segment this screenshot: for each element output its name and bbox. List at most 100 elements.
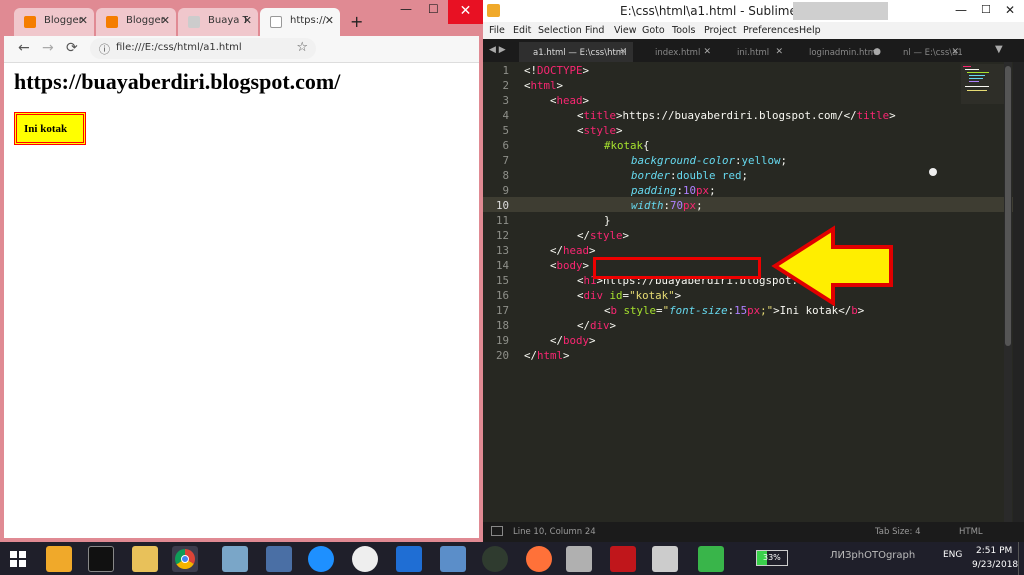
start-windows-icon[interactable] (10, 551, 26, 567)
tab-size[interactable]: Tab Size: 4 (875, 527, 921, 537)
code-line: background-color:yellow; (631, 154, 788, 167)
line-number: 12 (495, 229, 509, 242)
chrome-tab-blogger-1[interactable]: Blogger ✕ (14, 8, 94, 36)
minimap[interactable] (961, 64, 1005, 104)
close-window-button[interactable]: ✕ (1005, 3, 1015, 17)
editor-tab-index[interactable]: index.html ✕ (641, 42, 717, 62)
chrome-tab-buaya[interactable]: Buaya T ✕ (178, 8, 258, 36)
clock-time[interactable]: 2:51 PM (976, 546, 1012, 556)
forward-arrow-icon[interactable]: → (42, 40, 54, 56)
line-number: 7 (502, 154, 509, 167)
menu-preferences[interactable]: Preferences (743, 25, 799, 36)
firefox-icon[interactable] (526, 546, 552, 572)
show-desktop-button[interactable] (1018, 542, 1024, 575)
close-tab-icon[interactable]: ✕ (951, 47, 959, 57)
code-line: padding:10px; (631, 184, 716, 197)
shield-icon[interactable] (396, 546, 422, 572)
tab-dropdown-icon[interactable]: ▼ (995, 44, 1003, 55)
minimize-button[interactable]: — (400, 2, 412, 16)
code-line: #kotak{ (604, 139, 650, 152)
app-taskbar-icon[interactable] (440, 546, 466, 572)
line-number: 18 (495, 319, 509, 332)
blogger-icon (106, 16, 118, 28)
menu-selection[interactable]: Selection (538, 25, 582, 36)
close-tab-icon[interactable]: ✕ (325, 14, 334, 27)
line-number: 17 (495, 304, 509, 317)
close-tab-icon[interactable]: ✕ (619, 47, 627, 57)
new-tab-button[interactable]: + (350, 12, 363, 31)
scrollbar-thumb[interactable] (1005, 66, 1011, 346)
app-taskbar-icon[interactable] (222, 546, 248, 572)
language-indicator[interactable]: ENG (943, 550, 962, 560)
vertical-scrollbar[interactable] (1004, 62, 1012, 522)
file-explorer-icon[interactable] (132, 546, 158, 572)
nox-icon[interactable] (482, 546, 508, 572)
battery-icon[interactable]: 33% (756, 550, 788, 566)
app-taskbar-icon[interactable] (698, 546, 724, 572)
panel-toggle-icon[interactable] (491, 526, 503, 536)
code-line: </head> (550, 244, 596, 257)
paint-icon[interactable] (566, 546, 592, 572)
chrome-taskbar-icon[interactable] (172, 546, 198, 572)
maximize-button[interactable]: ☐ (428, 2, 439, 16)
back-arrow-icon[interactable]: ← (18, 40, 30, 56)
editor-tab-a1[interactable]: a1.html — E:\css\html ✕ (519, 42, 633, 62)
chrome-window: Blogger ✕ Blogger ✕ Buaya T ✕ https:// ✕… (0, 0, 483, 542)
close-tab-icon[interactable]: ✕ (703, 47, 711, 57)
close-tab-icon[interactable]: ✕ (243, 14, 252, 27)
sublime-taskbar-icon[interactable] (46, 546, 72, 572)
info-icon[interactable]: ⓘ (99, 41, 110, 57)
unsaved-dot-icon[interactable]: ● (873, 47, 881, 57)
code-line: </div> (577, 319, 617, 332)
code-line: <style> (577, 124, 623, 137)
menu-goto[interactable]: Goto (642, 25, 665, 36)
close-tab-icon[interactable]: ✕ (775, 47, 783, 57)
code-line: border:double red; (631, 169, 749, 182)
annotation-arrow-icon (771, 225, 893, 307)
editor-tab-ini[interactable]: ini.html ✕ (723, 42, 789, 62)
syntax-mode[interactable]: HTML (959, 527, 983, 537)
line-number: 3 (502, 94, 509, 107)
url-text: file:///E:/css/html/a1.html (116, 42, 242, 53)
menu-file[interactable]: File (489, 25, 505, 36)
page-icon (188, 16, 200, 28)
close-tab-icon[interactable]: ✕ (79, 14, 88, 27)
close-tab-icon[interactable]: ✕ (161, 14, 170, 27)
minimize-button[interactable]: — (955, 3, 967, 17)
editor-tab-loginadmin[interactable]: loginadmin.html ● (795, 42, 887, 62)
clock-date[interactable]: 9/23/2018 (972, 560, 1018, 570)
tab-nav-arrows-icon[interactable]: ◀ ▶ (489, 45, 506, 55)
internet-explorer-icon[interactable] (308, 546, 334, 572)
chrome-tab-blogger-2[interactable]: Blogger ✕ (96, 8, 176, 36)
close-window-button[interactable]: ✕ (448, 0, 483, 24)
menu-project[interactable]: Project (704, 25, 737, 36)
menu-find[interactable]: Find (585, 25, 604, 36)
editor-tab-nl[interactable]: nl — E:\css\a1 ✕ (889, 42, 965, 62)
maximize-button[interactable]: ☐ (981, 3, 991, 16)
computer-taskbar-icon[interactable] (266, 546, 292, 572)
line-number: 20 (495, 349, 509, 362)
line-number: 1 (502, 64, 509, 77)
menu-tools[interactable]: Tools (672, 25, 695, 36)
menu-edit[interactable]: Edit (513, 25, 531, 36)
sublime-app-icon (487, 4, 500, 17)
reload-icon[interactable]: ⟳ (66, 40, 78, 56)
line-number: 16 (495, 289, 509, 302)
code-line: width:70px; (631, 199, 703, 212)
code-line: </html> (524, 349, 570, 362)
app-circle-icon[interactable] (352, 546, 378, 572)
code-editor[interactable]: 1 2 3 4 5 6 7 8 9 10 11 12 13 14 15 16 1… (483, 62, 1013, 522)
code-line: </body> (550, 334, 596, 347)
terminal-taskbar-icon[interactable] (88, 546, 114, 572)
address-bar[interactable]: ⓘ file:///E:/css/html/a1.html ☆ (90, 38, 316, 59)
menu-view[interactable]: View (614, 25, 637, 36)
redacted-area (793, 2, 888, 20)
line-number: 10 (495, 199, 509, 212)
app-taskbar-icon[interactable] (652, 546, 678, 572)
chrome-tab-active[interactable]: https:// ✕ (260, 8, 340, 36)
bookmark-star-icon[interactable]: ☆ (296, 40, 308, 55)
watermark-text: ЛИЗрhOTOgraph (830, 550, 916, 561)
menu-help[interactable]: Help (799, 25, 821, 36)
code-line: } (604, 214, 611, 227)
app-taskbar-icon[interactable] (610, 546, 636, 572)
